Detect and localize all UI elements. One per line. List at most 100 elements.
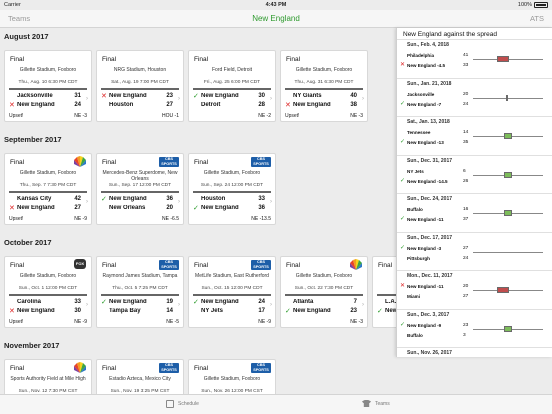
game-datetime: Sun., Sep. 24 12:00 PM CDT [200, 183, 264, 188]
chevron-right-icon: › [178, 96, 180, 102]
game-status: Final [10, 159, 25, 166]
game-card[interactable]: Final Ford Field, Detroit Fri., Aug. 25 6:… [188, 50, 276, 122]
team-score: 33 [258, 196, 265, 202]
ats-game-date: Mon., Dec. 11, 2017 [407, 273, 453, 279]
team-score: 14 [166, 308, 173, 314]
chevron-right-icon: › [362, 302, 364, 308]
game-card[interactable]: Final CBS SPORTS Estadio Azteca, Mexico Cit… [96, 359, 184, 394]
team-score: 35 [463, 140, 469, 145]
tab-schedule[interactable]: Schedule [166, 400, 199, 408]
team-score: 27 [166, 102, 173, 108]
divider [285, 294, 363, 296]
win-check-icon: ✓ [400, 321, 406, 328]
spread-label: NE -9 [258, 319, 271, 325]
ats-game-row[interactable]: Sun., Feb. 4, 2018 Philadelphia 41 ✕ New Eng… [397, 39, 552, 75]
spread-axis-line [473, 251, 543, 253]
upset-label: Upset! [9, 216, 24, 222]
team-name: Buffalo [407, 332, 423, 338]
section-header-month: August 2017 [4, 32, 49, 41]
nbc-peacock-icon [74, 156, 86, 167]
divider [285, 88, 363, 90]
game-card[interactable]: Final FOX Gillette Stadium, Foxboro Sun., O… [4, 256, 92, 328]
game-card[interactable]: Final Gillette Stadium, Foxboro Thu., Aug.… [280, 50, 368, 122]
win-check-icon: ✓ [400, 244, 406, 251]
ats-panel[interactable]: New England against the spread Sun., Feb… [396, 28, 552, 357]
team-score: 36 [166, 196, 173, 202]
team-name: Houston [201, 196, 226, 202]
ats-game-date: Sun., Nov. 26, 2017 [407, 350, 452, 356]
spread-result-marker [504, 171, 512, 178]
team-name: Buffalo [407, 207, 423, 212]
team-row: ✓ New England 30 [193, 92, 265, 100]
team-score: 40 [350, 93, 357, 99]
team-score: 7 [353, 299, 357, 305]
venue: Gillette Stadium, Foxboro [19, 170, 77, 176]
team-name: Miami [407, 294, 421, 299]
upset-label: Upset! [9, 113, 24, 119]
game-card[interactable]: Final CBS SPORTS Raymond James Stadium, Tam… [96, 256, 184, 328]
ats-game-row[interactable]: Sun., Jan. 21, 2018 Jacksonville 20 ✓ New En… [397, 77, 552, 114]
game-card[interactable]: Final CBS SPORTS Gillette Stadium, Foxboro S… [188, 153, 276, 225]
game-card[interactable]: Final CBS SPORTS Gillette Stadium, Foxboro S… [188, 359, 276, 394]
ats-game-date: Sun., Dec. 17, 2017 [407, 234, 453, 241]
ats-game-row[interactable]: Sun., Dec. 17, 2017 ✓ New England -3 27 Pitt… [397, 231, 552, 268]
game-datetime: Thu., Oct. 5 7:25 PM CDT [112, 286, 168, 291]
team-name: Jacksonville [407, 91, 435, 97]
team-score: 23 [350, 308, 357, 314]
team-name: Atlanta [293, 299, 314, 305]
loss-x-icon: ✕ [400, 283, 406, 289]
ats-game-row[interactable]: Mon., Dec. 11, 2017 ✕ New England -11 20 Mia… [397, 270, 552, 306]
team-score: 3 [463, 332, 466, 338]
game-card[interactable]: Final Gillette Stadium, Foxboro Sun., Oct.… [280, 256, 368, 328]
section-header-month: September 2017 [4, 135, 62, 144]
tab-teams[interactable]: Teams [362, 400, 390, 407]
win-check-icon: ✓ [400, 177, 406, 184]
venue: Ford Field, Detroit [211, 67, 252, 73]
team-name: NY Jets [407, 168, 424, 174]
venue: NRG Stadium, Houston [113, 67, 167, 73]
spread-label: NE -13.5 [251, 216, 271, 222]
team-score: 36 [258, 205, 265, 211]
spread-label: NE -3 [350, 319, 363, 325]
team-name: Houston [109, 102, 134, 108]
chevron-right-icon: › [86, 199, 88, 205]
jersey-icon [362, 400, 371, 407]
win-check-icon: ✓ [285, 308, 291, 315]
game-card[interactable]: Final NRG Stadium, Houston Sat., Aug. 19 7… [96, 50, 184, 122]
game-card[interactable]: Final Sports Authority Field at Mile High… [4, 359, 92, 394]
ats-game-row[interactable]: Sun., Nov. 26, 2017 [397, 347, 552, 357]
team-score: 28 [258, 102, 265, 108]
spread-result-marker [506, 94, 508, 101]
venue: Gillette Stadium, Foxboro [295, 67, 353, 73]
game-card[interactable]: Final Gillette Stadium, Foxboro Thu., Aug.… [4, 50, 92, 122]
game-card[interactable]: Final CBS SPORTS MetLife Stadium, East Ruth… [188, 256, 276, 328]
team-score: 30 [258, 93, 265, 99]
spread-label: NE -2 [258, 113, 271, 119]
chevron-right-icon: › [86, 302, 88, 308]
card-footer: NE -5 [101, 319, 179, 326]
team-name: Tampa Bay [109, 308, 141, 314]
nbc-peacock-icon [350, 259, 362, 270]
ats-game-date: Sun., Dec. 24, 2017 [407, 196, 453, 202]
ats-game-row[interactable]: Sun., Dec. 24, 2017 Buffalo 16 ✓ New England… [397, 193, 552, 229]
game-status: Final [102, 262, 117, 269]
battery-percent: 100% [517, 2, 532, 8]
ats-game-row[interactable]: Sat., Jan. 13, 2018 Tennessee 14 ✓ New Engla… [397, 116, 552, 152]
venue: Raymond James Stadium, Tampa [102, 273, 178, 279]
ats-game-row[interactable]: Sun., Dec. 3, 2017 ✓ New England -9 23 Buffa… [397, 308, 552, 345]
spread-label: NE -6.5 [162, 216, 179, 222]
divider [193, 88, 271, 90]
spread-label: NE -5 [166, 319, 179, 325]
team-name: New England -4.5 [407, 63, 446, 68]
game-status: Final [102, 56, 117, 63]
team-name: NY Jets [201, 308, 223, 314]
tab-teams-label: Teams [375, 400, 390, 407]
game-status: Final [194, 56, 209, 63]
ats-game-row[interactable]: Sun., Dec. 31, 2017 NY Jets 6 ✓ New England … [397, 154, 552, 191]
ats-button[interactable]: ATS [530, 14, 544, 23]
team-row: Houston 33 [193, 195, 265, 203]
ats-game-date: Sat., Jan. 13, 2018 [407, 119, 450, 125]
win-check-icon: ✓ [400, 139, 406, 145]
game-card[interactable]: Final CBS SPORTS Mercedes-Benz Superdome, N… [96, 153, 184, 225]
game-card[interactable]: Final Gillette Stadium, Foxboro Thu., Sep.… [4, 153, 92, 225]
